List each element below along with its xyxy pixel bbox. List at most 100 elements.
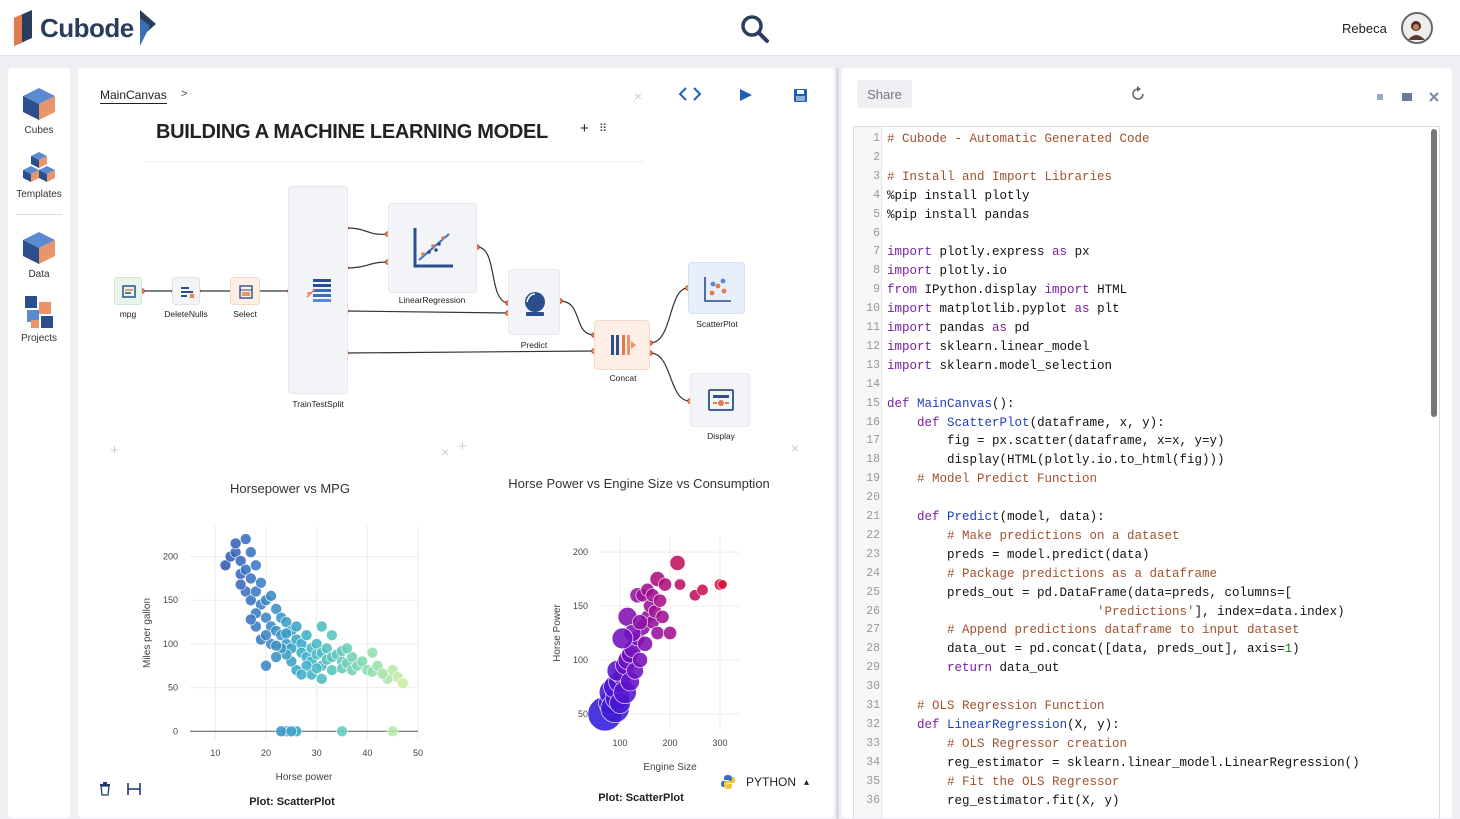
scatter-point[interactable] [315, 673, 328, 685]
sidebar-item-projects[interactable]: Projects [8, 294, 70, 344]
scatter-point[interactable] [650, 626, 665, 640]
scatter-point[interactable] [696, 583, 709, 596]
scatter-point[interactable] [326, 664, 338, 676]
logo-text: Cubode [40, 12, 134, 43]
scatter-point[interactable] [270, 651, 282, 663]
logo[interactable]: Cubode [14, 10, 158, 46]
scatter-point[interactable] [245, 613, 257, 626]
node-select[interactable] [230, 277, 260, 305]
scatter-point[interactable] [632, 614, 648, 631]
scatter-point[interactable] [229, 537, 242, 550]
scatter-point[interactable] [658, 577, 672, 592]
close-panel-button[interactable] [1429, 89, 1439, 102]
line-number: 19 [866, 472, 880, 486]
scatter-point[interactable] [386, 725, 399, 738]
scatter-point[interactable] [275, 725, 287, 738]
code-text: import sklearn.linear_model [887, 339, 1090, 354]
scatter-point[interactable] [295, 668, 308, 681]
add-icon[interactable]: + [110, 442, 119, 459]
resize-button[interactable] [127, 782, 141, 801]
line-number: 9 [873, 283, 880, 297]
scatter-point[interactable] [717, 579, 728, 590]
node-predict[interactable] [508, 269, 560, 335]
scatter-point[interactable] [674, 578, 687, 591]
scatter-point[interactable] [260, 629, 272, 641]
scatter-point[interactable] [280, 627, 293, 640]
y-tick-label: 100 [163, 639, 178, 649]
scatter-point[interactable] [637, 635, 653, 652]
line-number: 4 [873, 188, 880, 202]
sidebar-item-data[interactable]: Data [8, 230, 70, 280]
panel-divider[interactable] [836, 68, 839, 819]
scatter-point[interactable] [234, 578, 247, 591]
scatter-point[interactable] [300, 629, 313, 641]
scatter-point[interactable] [239, 533, 252, 545]
close-icon[interactable]: × [441, 444, 449, 460]
minimize-button[interactable] [1375, 89, 1385, 100]
code-text: %pip install plotly [887, 188, 1030, 203]
avatar[interactable] [1401, 12, 1433, 44]
line-number: 26 [866, 604, 880, 618]
node-mpg[interactable] [114, 277, 142, 305]
scatter-point[interactable] [663, 626, 677, 640]
scatter-point[interactable] [245, 572, 257, 585]
delete-button[interactable] [99, 782, 111, 801]
node-display[interactable] [690, 373, 750, 427]
add-icon[interactable]: + [458, 438, 467, 455]
code-text: import plotly.io [887, 264, 1008, 279]
scatter-point[interactable] [336, 725, 348, 738]
scatter-point[interactable] [611, 627, 634, 650]
train-test-split-icon [306, 279, 331, 302]
scatter-point[interactable] [653, 593, 667, 608]
data-icon [23, 232, 55, 264]
node-linearregression[interactable] [388, 203, 477, 293]
code-text: reg_estimator.fit(X, y) [887, 793, 1120, 808]
close-icon[interactable]: × [791, 440, 799, 456]
scatter-point[interactable] [265, 590, 277, 602]
editor-scrollbar[interactable] [1431, 129, 1437, 417]
code-text: import matplotlib.pyplot as plt [887, 302, 1120, 317]
line-number: 10 [866, 302, 880, 316]
node-scatterplot[interactable] [688, 262, 745, 314]
language-selector[interactable]: PYTHON ▴ [720, 774, 809, 790]
user-name[interactable]: Rebeca [1342, 21, 1387, 36]
search-button[interactable] [740, 14, 770, 44]
scatter-point[interactable] [655, 609, 670, 624]
maximize-button[interactable] [1402, 89, 1412, 101]
scatter-point[interactable] [632, 652, 648, 668]
scatter-point[interactable] [315, 620, 328, 633]
code-text: data_out = pd.concat([data, preds_out], … [887, 642, 1300, 657]
code-text: # Cubode - Automatic Generated Code [887, 132, 1150, 146]
chevron-up-icon: ▴ [804, 776, 810, 788]
share-button[interactable]: Share [857, 80, 912, 108]
scatter-point[interactable] [285, 725, 298, 738]
sidebar-item-cubes[interactable]: Cubes [8, 86, 70, 136]
code-text: import plotly.express as px [887, 245, 1090, 260]
node-traintestsplit[interactable] [288, 186, 348, 394]
python-icon [721, 775, 735, 789]
scatter-point[interactable] [250, 559, 262, 572]
scatter-point[interactable] [669, 555, 686, 571]
scatter-point[interactable] [290, 620, 303, 633]
scatter-point[interactable] [270, 639, 282, 652]
scatter-point[interactable] [376, 667, 389, 680]
scatter-point[interactable] [366, 646, 379, 659]
scatter-point[interactable] [326, 629, 338, 641]
scatter-point[interactable] [310, 662, 323, 675]
scatter-point[interactable] [260, 659, 272, 672]
x-tick-label: 50 [413, 748, 423, 758]
cubode-logo-icon [14, 10, 32, 46]
scatter-point[interactable] [255, 576, 267, 589]
code-editor[interactable]: 1 # Cubode - Automatic Generated Code 2 3 # … [853, 126, 1440, 818]
scatter-point[interactable] [245, 546, 257, 559]
code-text: def LinearRegression(X, y): [917, 717, 1120, 732]
node-deletenulls[interactable] [172, 277, 200, 305]
scatter-point[interactable] [396, 677, 409, 690]
scatter-point[interactable] [341, 642, 353, 655]
refresh-button[interactable] [1130, 86, 1146, 107]
y-tick-label: 150 [163, 595, 178, 605]
sidebar-item-templates[interactable]: Templates [8, 150, 70, 200]
node-concat[interactable] [594, 320, 650, 370]
delete-nulls-icon [181, 287, 195, 299]
code-text: # Make predictions on a dataset [887, 528, 1180, 543]
